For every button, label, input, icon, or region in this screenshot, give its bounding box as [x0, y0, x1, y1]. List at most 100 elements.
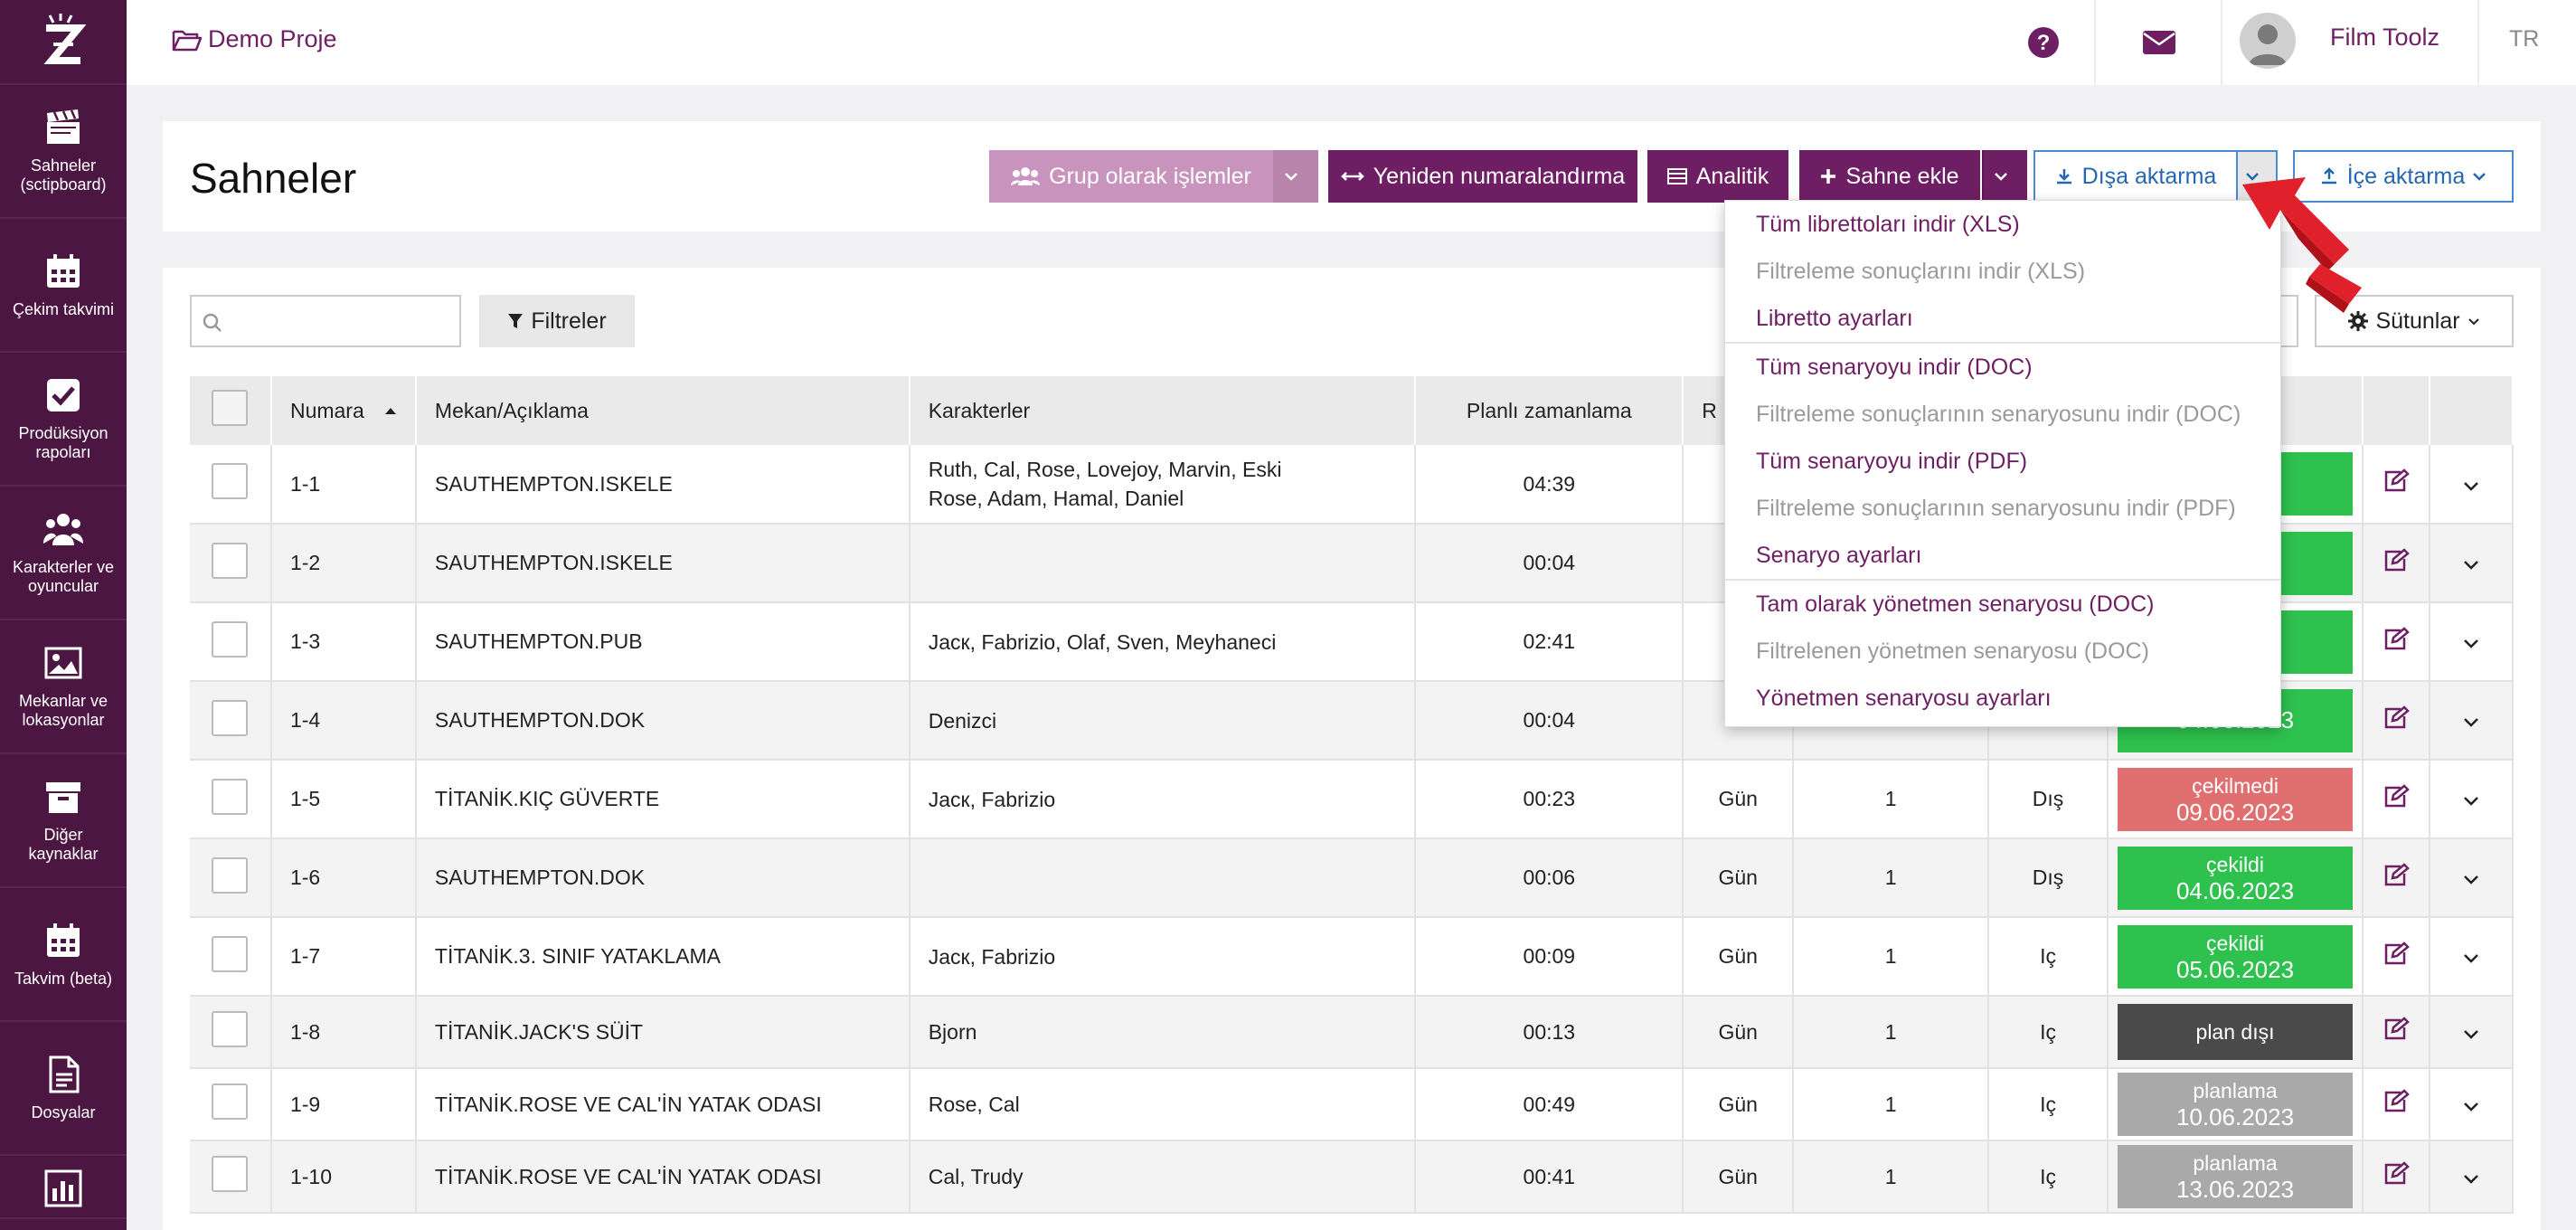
row-checkbox[interactable]	[212, 463, 249, 499]
row-checkbox[interactable]	[212, 1011, 249, 1047]
export-menu-item[interactable]: Yönetmen senaryosu ayarları	[1725, 675, 2280, 722]
columns-label: Sütunlar	[2375, 308, 2460, 334]
row-checkbox[interactable]	[212, 778, 249, 815]
edit-icon[interactable]	[2383, 626, 2410, 652]
messages-button[interactable]	[2096, 0, 2222, 85]
table-row[interactable]: 1-5 TİTANİK.KIÇ GÜVERTE Jacк, Fabrizio 00:2…	[190, 760, 2515, 839]
export-menu-item: Filtreleme sonuçlarının senaryosunu indi…	[1756, 495, 2236, 521]
scene-location: SAUTHEMPTON.DOK	[415, 681, 911, 761]
status-badge[interactable]: planlama 10.06.2023	[2118, 1073, 2354, 1136]
chevron-down-icon[interactable]	[2463, 717, 2479, 727]
analytics-button[interactable]: Analitik	[1647, 150, 1788, 203]
edit-icon[interactable]	[2383, 862, 2410, 888]
export-menu-item[interactable]: Tam olarak yönetmen senaryosu (DOC)	[1725, 581, 2280, 628]
status-badge[interactable]: çekildi 05.06.2023	[2118, 924, 2354, 989]
chevron-down-icon[interactable]	[2463, 953, 2479, 963]
help-button[interactable]: ?	[1980, 0, 2107, 85]
search-input[interactable]	[190, 295, 461, 347]
chevron-down-icon[interactable]	[2463, 560, 2479, 570]
edit-icon[interactable]	[2383, 1089, 2410, 1114]
row-checkbox[interactable]	[212, 620, 249, 658]
sidebar-item-label: Diğer kaynaklar	[28, 826, 99, 863]
row-checkbox[interactable]	[212, 542, 249, 579]
sidebar-item-6[interactable]: Takvim (beta)	[0, 888, 127, 1022]
sidebar-item-reports[interactable]	[0, 1156, 127, 1219]
group-operations-button[interactable]: Grup olarak işlemler	[989, 150, 1273, 203]
add-scene-button[interactable]: Sahne ekle	[1799, 150, 1980, 203]
row-select-cell	[190, 602, 272, 682]
sort-asc-icon	[384, 407, 396, 414]
table-row[interactable]: 1-9 TİTANİK.ROSE VE CAL'İN YATAK ODASI Ros…	[190, 1068, 2515, 1141]
sidebar-item-7[interactable]: Dosyalar	[0, 1022, 127, 1156]
status-badge[interactable]: planlama 13.06.2023	[2118, 1145, 2354, 1208]
scene-number: 1-6	[270, 838, 417, 918]
separator	[2477, 0, 2479, 85]
column-planned[interactable]: Planlı zamanlama	[1415, 376, 1684, 445]
edit-icon[interactable]	[2383, 941, 2410, 967]
status-date: 04.06.2023	[2175, 876, 2295, 904]
chevron-down-icon[interactable]	[2463, 875, 2479, 885]
sidebar-item-3[interactable]: Karakterler ve oyuncular	[0, 487, 127, 620]
group-operations-dropdown[interactable]	[1273, 150, 1318, 203]
scene-location: SAUTHEMPTON.PUB	[415, 602, 911, 682]
status-badge[interactable]: plan dışı	[2118, 1004, 2354, 1060]
add-scene-dropdown[interactable]	[1982, 150, 2027, 203]
table-row[interactable]: 1-8 TİTANİK.JACK'S SÜİT Bjorn 00:13 Gün 1 Iç pl…	[190, 996, 2515, 1069]
export-menu-item[interactable]: Tüm librettoları indir (XLS)	[1725, 201, 2280, 248]
row-checkbox[interactable]	[212, 699, 249, 736]
avatar[interactable]	[2240, 13, 2296, 69]
sidebar-item-4[interactable]: Mekanlar ve lokasyonlar	[0, 620, 127, 754]
table-row[interactable]: 1-6 SAUTHEMPTON.DOK 00:06 Gün 1 Dış çekildi 04.…	[190, 838, 2515, 918]
row-checkbox[interactable]	[212, 1083, 249, 1120]
renumber-button[interactable]: Yeniden numaralandırma	[1328, 150, 1637, 203]
edit-cell	[2363, 838, 2430, 918]
edit-icon[interactable]	[2383, 468, 2410, 494]
arrows-horizontal-icon	[1341, 172, 1364, 181]
edit-icon[interactable]	[2383, 783, 2410, 809]
edit-icon[interactable]	[2383, 705, 2410, 731]
sidebar-item-label: Takvim (beta)	[14, 969, 113, 988]
edit-icon[interactable]	[2383, 1161, 2410, 1187]
column-characters[interactable]: Karakterler	[909, 376, 1417, 445]
edit-icon[interactable]	[2383, 1017, 2410, 1042]
sidebar-item-label: Mekanlar ve lokasyonlar	[18, 692, 109, 729]
filters-button[interactable]: Filtreler	[479, 295, 635, 347]
row-checkbox[interactable]	[212, 935, 249, 972]
app-logo[interactable]	[0, 0, 127, 85]
select-all-checkbox[interactable]	[212, 390, 249, 426]
status-badge[interactable]: çekildi 04.06.2023	[2118, 846, 2354, 910]
user-name[interactable]: Film Toolz	[2330, 24, 2439, 52]
export-button[interactable]: Dışa aktarma	[2033, 150, 2238, 203]
column-location[interactable]: Mekan/Açıklama	[415, 376, 911, 445]
expand-cell	[2429, 445, 2515, 525]
table-row[interactable]: 1-7 TİTANİK.3. SINIF YATAKLAMA Jacк, Fabri…	[190, 917, 2515, 997]
chevron-down-icon[interactable]	[2463, 1102, 2479, 1112]
chevron-down-icon[interactable]	[2463, 1174, 2479, 1184]
scene-location: TİTANİK.ROSE VE CAL'İN YATAK ODASI	[415, 1140, 911, 1214]
row-checkbox[interactable]	[212, 856, 249, 894]
chevron-down-icon[interactable]	[2463, 639, 2479, 648]
scene-status-cell: planlama 10.06.2023	[2108, 1068, 2364, 1141]
language-switch[interactable]: TR	[2509, 26, 2539, 52]
sidebar-item-0[interactable]: Sahneler (sctipboard)	[0, 85, 127, 219]
row-checkbox[interactable]	[212, 1156, 249, 1192]
expand-cell	[2429, 602, 2515, 682]
table-row[interactable]: 1-10 TİTANİK.ROSE VE CAL'İN YATAK ODASI Ca…	[190, 1140, 2515, 1214]
chevron-down-icon[interactable]	[2463, 796, 2479, 806]
export-menu-item[interactable]: Tüm senaryoyu indir (DOC)	[1725, 344, 2280, 391]
export-menu-item[interactable]: Libretto ayarları	[1725, 295, 2280, 342]
sidebar-item-5[interactable]: Diğer kaynaklar	[0, 754, 127, 888]
user-icon	[2249, 24, 2287, 65]
export-menu-item: Filtreleme sonuçlarını indir (XLS)	[1756, 258, 2086, 284]
export-menu-item[interactable]: Tüm senaryoyu indir (PDF)	[1725, 438, 2280, 485]
project-link[interactable]: Demo Proje	[172, 25, 337, 53]
sidebar-item-2[interactable]: Prodüksiyon rapoları	[0, 353, 127, 487]
scene-int-ext: Iç	[1988, 1068, 2109, 1141]
export-menu-item[interactable]: Senaryo ayarları	[1725, 532, 2280, 579]
chevron-down-icon[interactable]	[2463, 1029, 2479, 1039]
column-number[interactable]: Numara	[270, 376, 417, 445]
sidebar-item-1[interactable]: Çekim takvimi	[0, 219, 127, 353]
edit-icon[interactable]	[2383, 547, 2410, 573]
status-badge[interactable]: çekilmedi 09.06.2023	[2118, 767, 2354, 831]
chevron-down-icon[interactable]	[2463, 481, 2479, 491]
